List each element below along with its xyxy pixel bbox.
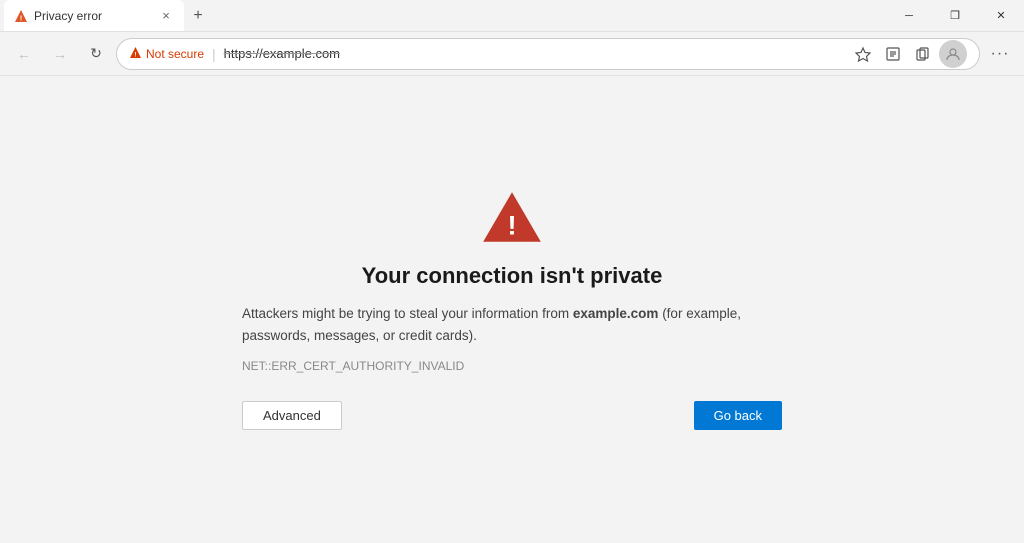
error-domain: example.com (573, 306, 659, 321)
error-container: ! Your connection isn't private Attacker… (242, 189, 782, 429)
url-display: https://example.com (224, 46, 340, 61)
svg-text:!: ! (507, 210, 516, 241)
collections-icon[interactable] (909, 40, 937, 68)
not-secure-label: Not secure (146, 47, 204, 61)
back-icon: ← (17, 46, 31, 62)
tab-close-button[interactable]: × (158, 8, 174, 24)
tab-title: Privacy error (34, 9, 102, 23)
back-button[interactable]: ← (8, 38, 40, 70)
error-title: Your connection isn't private (362, 263, 663, 289)
url-separator: | (212, 46, 216, 62)
address-bar[interactable]: ! Not secure | https://example.com (116, 38, 980, 70)
error-code: NET::ERR_CERT_AUTHORITY_INVALID (242, 359, 464, 373)
title-bar: ! Privacy error × + ─ ❒ ✕ (0, 0, 1024, 32)
warning-icon: ! (129, 46, 142, 62)
description-prefix: Attackers might be trying to steal your … (242, 306, 573, 321)
active-tab[interactable]: ! Privacy error × (4, 0, 184, 31)
profile-avatar[interactable] (939, 40, 967, 68)
page-content: ! Your connection isn't private Attacker… (0, 76, 1024, 543)
address-right-icons (849, 40, 967, 68)
warning-triangle-icon: ! (480, 189, 544, 245)
forward-button[interactable]: → (44, 38, 76, 70)
new-tab-button[interactable]: + (184, 2, 212, 30)
not-secure-indicator: ! Not secure (129, 46, 204, 62)
button-row: Advanced Go back (242, 401, 782, 430)
forward-icon: → (53, 46, 67, 62)
minimize-button[interactable]: ─ (886, 0, 932, 32)
svg-text:!: ! (20, 15, 22, 22)
go-back-button[interactable]: Go back (694, 401, 782, 430)
window-controls: ─ ❒ ✕ (886, 0, 1024, 32)
reload-button[interactable]: ↻ (80, 38, 112, 70)
svg-text:!: ! (134, 51, 136, 58)
navigation-bar: ← → ↻ ! Not secure | https://example.com (0, 32, 1024, 76)
tab-bar: ! Privacy error × + (0, 0, 886, 31)
reading-list-icon[interactable] (879, 40, 907, 68)
more-menu-button[interactable]: ··· (984, 38, 1016, 70)
advanced-button[interactable]: Advanced (242, 401, 342, 430)
close-button[interactable]: ✕ (978, 0, 1024, 32)
favorites-star-icon[interactable] (849, 40, 877, 68)
tab-warning-icon: ! (14, 9, 28, 23)
reload-icon: ↻ (90, 45, 102, 62)
maximize-button[interactable]: ❒ (932, 0, 978, 32)
error-description: Attackers might be trying to steal your … (242, 303, 782, 346)
